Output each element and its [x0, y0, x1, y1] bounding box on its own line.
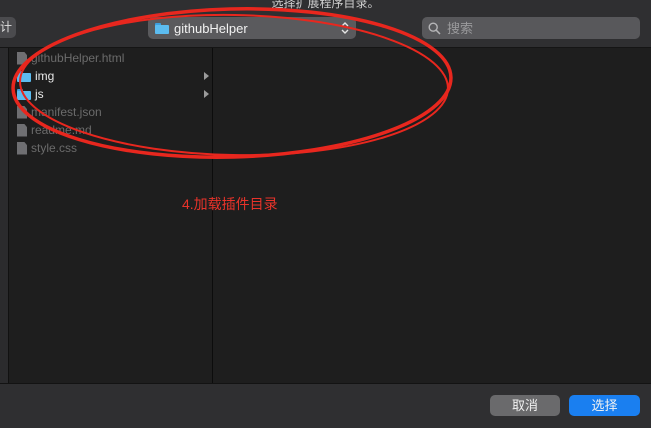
dialog-footer: 取消 选择: [0, 383, 651, 428]
list-item: manifest.json: [9, 103, 212, 121]
file-name: githubHelper.html: [31, 51, 125, 65]
file-name: readme.md: [31, 123, 92, 137]
document-icon: [17, 141, 27, 155]
list-item: readme.md: [9, 121, 212, 139]
file-column: githubHelper.html img js manifest.json r…: [9, 48, 212, 383]
dialog-toolbar: 选择扩展程序目录。 计 githubHelper: [0, 0, 651, 48]
back-button[interactable]: 计: [0, 17, 16, 38]
file-name: img: [35, 69, 55, 83]
sidebar-edge: [0, 48, 9, 383]
file-name: manifest.json: [31, 105, 102, 119]
chevron-updown-icon: [341, 22, 349, 34]
list-item: style.css: [9, 139, 212, 157]
list-item: githubHelper.html: [9, 49, 212, 67]
annotation-label: 4.加载插件目录: [182, 196, 278, 212]
list-item[interactable]: js: [9, 85, 212, 103]
document-icon: [17, 51, 27, 65]
folder-icon: [17, 70, 31, 82]
search-icon: [428, 21, 441, 35]
path-popup-label: githubHelper: [174, 20, 248, 36]
chevron-right-icon: [204, 72, 209, 80]
chevron-right-icon: [204, 90, 209, 98]
folder-icon: [17, 88, 31, 100]
list-item[interactable]: img: [9, 67, 212, 85]
file-name: style.css: [31, 141, 78, 155]
dialog-title: 选择扩展程序目录。: [271, 0, 380, 10]
document-icon: [17, 105, 27, 119]
search-input[interactable]: [445, 19, 629, 37]
document-icon: [17, 123, 27, 137]
choose-button[interactable]: 选择: [569, 395, 640, 416]
file-name: js: [35, 87, 44, 101]
path-popup[interactable]: githubHelper: [148, 17, 356, 39]
search-field[interactable]: [422, 17, 640, 39]
column-divider[interactable]: [212, 48, 213, 383]
folder-icon: [155, 22, 169, 34]
cancel-button[interactable]: 取消: [490, 395, 560, 416]
